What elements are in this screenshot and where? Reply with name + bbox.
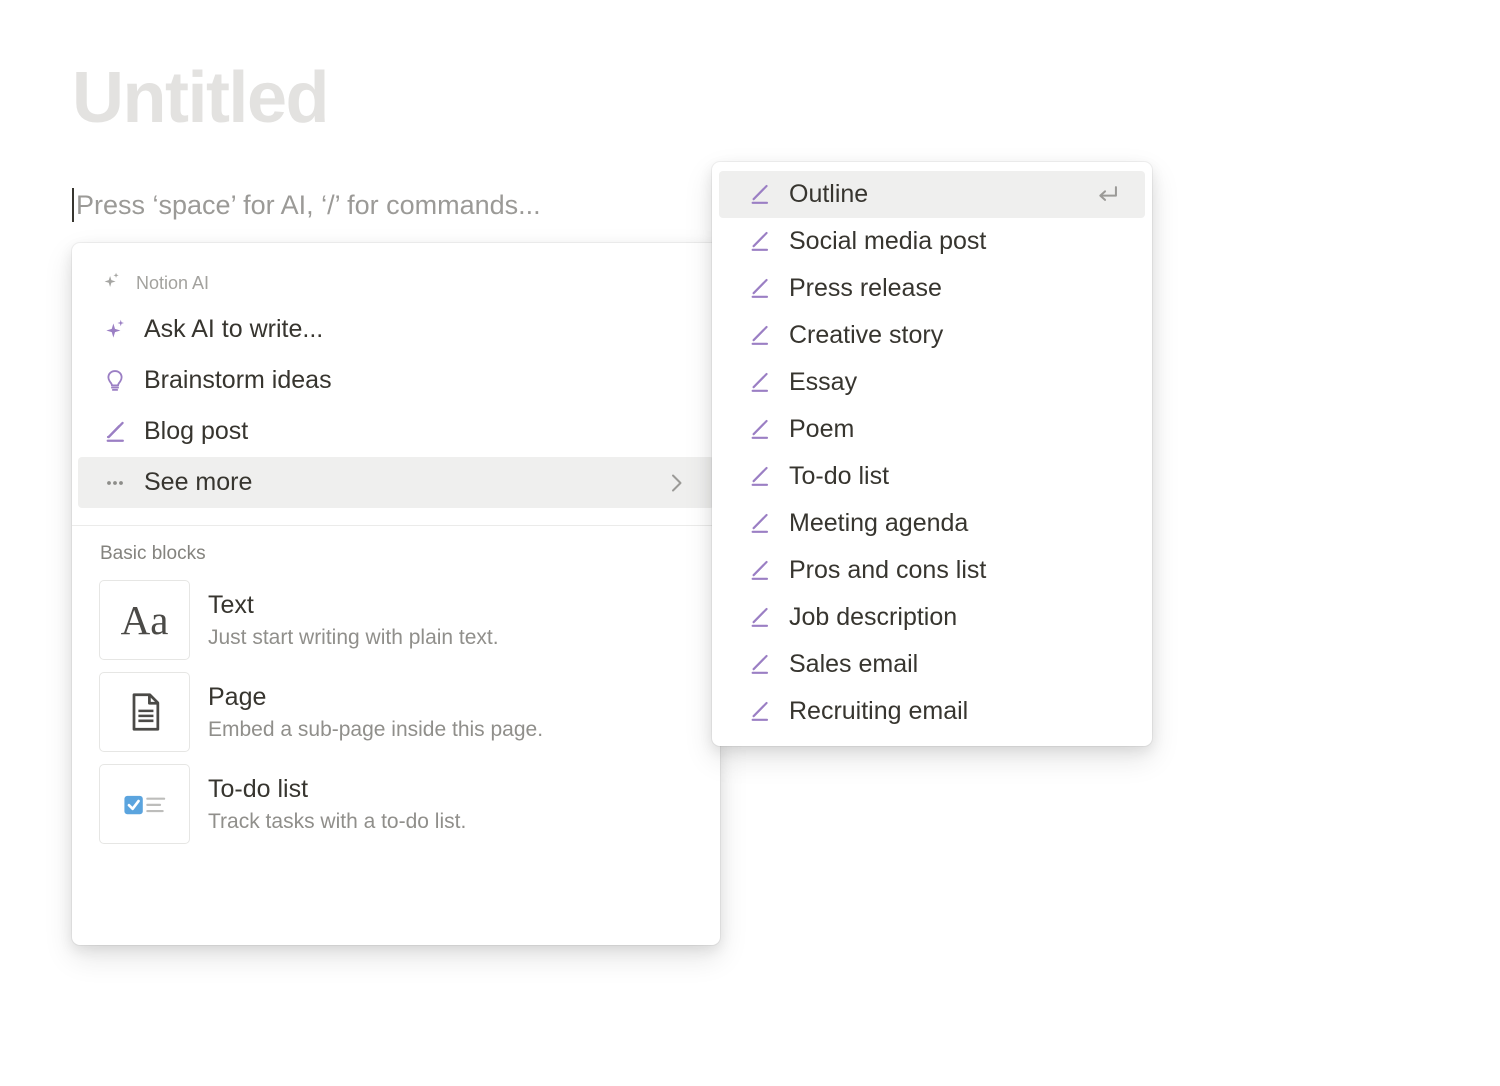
block-title: Text	[208, 589, 499, 621]
menu-item-label: Blog post	[144, 417, 248, 446]
ellipsis-icon	[100, 471, 130, 495]
submenu-item-label: To-do list	[789, 462, 889, 491]
editor-placeholder: Press ‘space’ for AI, ‘/’ for commands..…	[76, 190, 541, 221]
pencil-icon	[745, 229, 773, 254]
pencil-icon	[745, 417, 773, 442]
pencil-icon	[745, 652, 773, 677]
submenu-item-job-description[interactable]: Job description	[719, 594, 1145, 641]
menu-item-label: Ask AI to write...	[144, 315, 323, 344]
submenu-item-outline[interactable]: Outline	[719, 171, 1145, 218]
block-description: Track tasks with a to-do list.	[208, 808, 466, 835]
submenu-item-sales-email[interactable]: Sales email	[719, 641, 1145, 688]
pencil-icon	[745, 182, 773, 207]
block-description: Embed a sub-page inside this page.	[208, 716, 543, 743]
menu-item-see-more[interactable]: See more	[78, 457, 714, 508]
submenu-item-press-release[interactable]: Press release	[719, 265, 1145, 312]
pencil-icon	[745, 511, 773, 536]
pencil-icon	[745, 323, 773, 348]
submenu-item-label: Social media post	[789, 227, 986, 256]
submenu-item-recruiting-email[interactable]: Recruiting email	[719, 688, 1145, 735]
menu-item-ask-ai-to-write[interactable]: Ask AI to write...	[78, 304, 714, 355]
lightbulb-icon	[100, 368, 130, 394]
submenu-item-label: Press release	[789, 274, 942, 303]
submenu-item-creative-story[interactable]: Creative story	[719, 312, 1145, 359]
submenu-item-essay[interactable]: Essay	[719, 359, 1145, 406]
pencil-icon	[745, 276, 773, 301]
pencil-icon	[745, 464, 773, 489]
page-title[interactable]: Untitled	[72, 62, 328, 134]
notion-ai-section-header: Notion AI	[72, 262, 720, 304]
todo-checkbox-icon	[99, 764, 190, 844]
block-title: Page	[208, 681, 543, 713]
submenu-item-to-do-list[interactable]: To-do list	[719, 453, 1145, 500]
block-item-page[interactable]: Page Embed a sub-page inside this page.	[78, 666, 714, 758]
block-item-text[interactable]: Aa Text Just start writing with plain te…	[78, 574, 714, 666]
submenu-item-label: Pros and cons list	[789, 556, 986, 585]
menu-item-label: See more	[144, 468, 252, 497]
menu-item-brainstorm-ideas[interactable]: Brainstorm ideas	[78, 355, 714, 406]
submenu-item-label: Creative story	[789, 321, 943, 350]
submenu-item-label: Outline	[789, 180, 868, 209]
block-item-todo-list[interactable]: To-do list Track tasks with a to-do list…	[78, 758, 714, 850]
submenu-item-label: Job description	[789, 603, 957, 632]
sparkle-icon	[100, 270, 122, 297]
menu-item-label: Brainstorm ideas	[144, 366, 332, 395]
ai-writing-submenu: Outline Social media post Press re	[712, 162, 1152, 746]
text-caret	[72, 188, 74, 222]
block-description: Just start writing with plain text.	[208, 624, 499, 651]
editor-block[interactable]: Press ‘space’ for AI, ‘/’ for commands..…	[72, 185, 541, 225]
notion-ai-section-label: Notion AI	[136, 273, 209, 294]
submenu-item-label: Sales email	[789, 650, 918, 679]
page-document-icon	[99, 672, 190, 752]
pencil-icon	[745, 605, 773, 630]
pencil-icon	[100, 419, 130, 445]
pencil-icon	[745, 558, 773, 583]
menu-item-blog-post[interactable]: Blog post	[78, 406, 714, 457]
block-title: To-do list	[208, 773, 466, 805]
basic-blocks-section-label: Basic blocks	[72, 534, 720, 574]
menu-section-divider	[72, 525, 720, 526]
text-aa-icon: Aa	[99, 580, 190, 660]
submenu-item-label: Meeting agenda	[789, 509, 968, 538]
submenu-item-meeting-agenda[interactable]: Meeting agenda	[719, 500, 1145, 547]
submenu-item-pros-and-cons-list[interactable]: Pros and cons list	[719, 547, 1145, 594]
submenu-item-label: Recruiting email	[789, 697, 968, 726]
return-arrow-icon	[1094, 181, 1121, 208]
submenu-item-poem[interactable]: Poem	[719, 406, 1145, 453]
slash-command-menu: Notion AI Ask AI to write... Brainstorm …	[72, 243, 720, 945]
submenu-item-label: Poem	[789, 415, 854, 444]
chevron-right-icon	[664, 471, 688, 495]
pencil-icon	[745, 699, 773, 724]
submenu-item-social-media-post[interactable]: Social media post	[719, 218, 1145, 265]
submenu-item-label: Essay	[789, 368, 857, 397]
pencil-icon	[745, 370, 773, 395]
sparkle-icon	[100, 317, 130, 343]
